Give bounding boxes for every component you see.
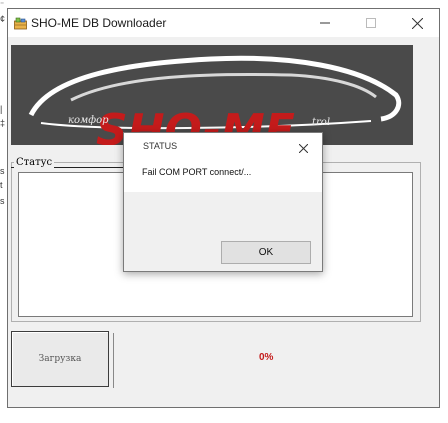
close-icon — [411, 17, 423, 29]
dialog-close-button[interactable] — [289, 136, 317, 160]
background-window-fragment: s — [0, 196, 5, 206]
dialog-message: Fail COM PORT connect/... — [142, 167, 252, 177]
brand-banner: SHO-ME — [11, 45, 413, 145]
status-group-legend: Статус — [14, 157, 55, 168]
background-window-fragment: ¢ — [0, 14, 6, 24]
ok-button[interactable]: OK — [221, 241, 311, 264]
close-button[interactable] — [394, 9, 440, 37]
minimize-button[interactable] — [302, 9, 348, 37]
progress-percent-label: 0% — [259, 352, 274, 363]
background-window-fragment: ⁻ — [0, 0, 5, 9]
window-title: SHO-ME DB Downloader — [31, 16, 167, 30]
progress-divider — [113, 333, 114, 388]
download-button[interactable]: Загрузка — [11, 331, 109, 387]
app-icon — [14, 17, 27, 30]
banner-slogan-right: trol — [312, 117, 331, 128]
car-logo-graphic: SHO-ME — [28, 55, 402, 145]
maximize-icon — [366, 18, 376, 28]
background-window-fragment: | — [0, 104, 3, 114]
dialog-title: STATUS — [143, 141, 178, 151]
background-window-fragment: s — [0, 166, 5, 176]
title-bar[interactable]: SHO-ME DB Downloader — [8, 9, 439, 37]
close-icon — [298, 143, 308, 153]
banner-slogan-left: комфор — [68, 115, 109, 126]
minimize-icon — [320, 22, 330, 24]
maximize-button[interactable] — [348, 9, 394, 37]
background-window-fragment: ‡ — [0, 118, 6, 128]
background-window-fragment: t — [0, 180, 3, 190]
